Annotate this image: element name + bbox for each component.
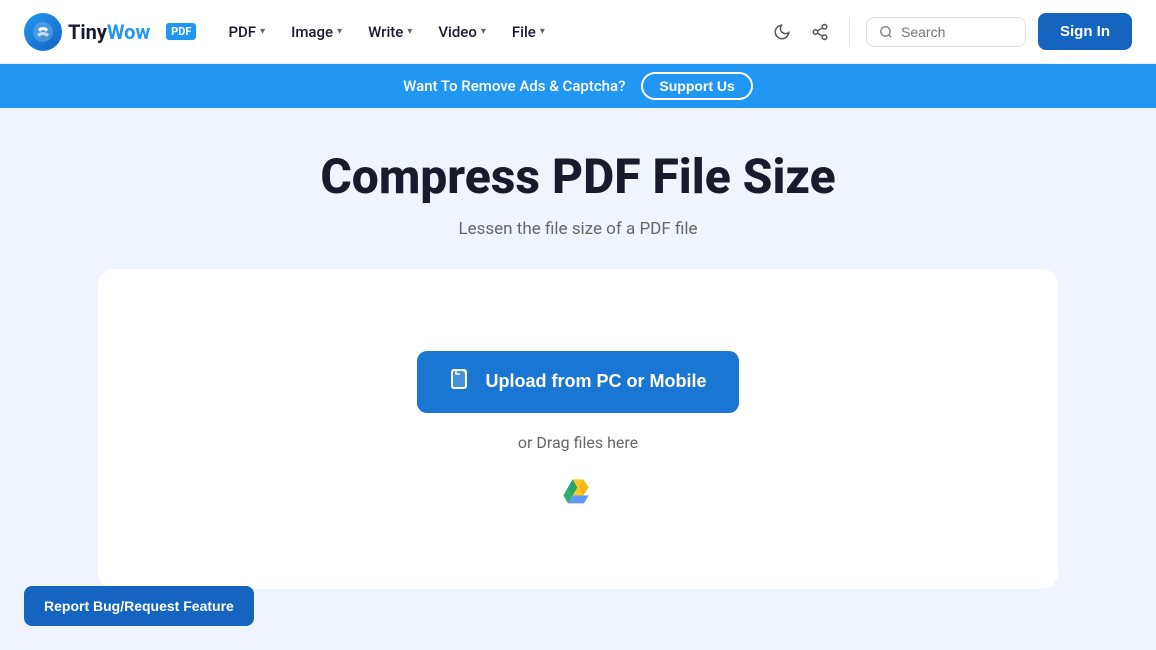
navbar: TinyWow PDF PDF ▾ Image ▾ Write ▾ Video … (0, 0, 1156, 64)
nav-item-video[interactable]: Video ▾ (426, 15, 498, 49)
sign-in-button[interactable]: Sign In (1038, 13, 1132, 50)
nav-item-image[interactable]: Image ▾ (279, 15, 354, 49)
chevron-down-icon: ▾ (407, 26, 412, 37)
banner-text: Want To Remove Ads & Captcha? (403, 77, 625, 95)
nav-item-write[interactable]: Write ▾ (356, 15, 424, 49)
chevron-down-icon: ▾ (337, 26, 342, 37)
nav-badge: PDF (166, 23, 196, 40)
dark-mode-button[interactable] (769, 19, 795, 45)
upload-card: Upload from PC or Mobile or Drag files h… (98, 269, 1058, 589)
search-box[interactable] (866, 17, 1026, 47)
logo-icon (24, 13, 62, 51)
nav-item-file[interactable]: File ▾ (500, 15, 557, 49)
chevron-down-icon: ▾ (481, 26, 486, 37)
page-subtitle: Lessen the file size of a PDF file (458, 219, 697, 239)
nav-item-pdf[interactable]: PDF ▾ (216, 15, 277, 49)
share-button[interactable] (807, 19, 833, 45)
upload-icon (449, 367, 473, 397)
drag-drop-text: or Drag files here (518, 433, 638, 452)
nav-menu: PDF ▾ Image ▾ Write ▾ Video ▾ File ▾ (216, 15, 765, 49)
nav-divider (849, 17, 850, 47)
logo-text: TinyWow (68, 20, 150, 44)
chevron-down-icon: ▾ (260, 26, 265, 37)
main-content: Compress PDF File Size Lessen the file s… (0, 108, 1156, 650)
upload-button[interactable]: Upload from PC or Mobile (417, 351, 738, 413)
google-drive-icon[interactable] (562, 476, 594, 508)
nav-right: Sign In (769, 13, 1132, 50)
chevron-down-icon: ▾ (540, 26, 545, 37)
search-input[interactable] (901, 24, 1011, 40)
promo-banner: Want To Remove Ads & Captcha? Support Us (0, 64, 1156, 108)
support-us-button[interactable]: Support Us (641, 72, 752, 100)
page-title: Compress PDF File Size (320, 148, 835, 205)
search-icon (879, 25, 893, 39)
report-bug-button[interactable]: Report Bug/Request Feature (24, 586, 254, 626)
logo-link[interactable]: TinyWow (24, 13, 150, 51)
